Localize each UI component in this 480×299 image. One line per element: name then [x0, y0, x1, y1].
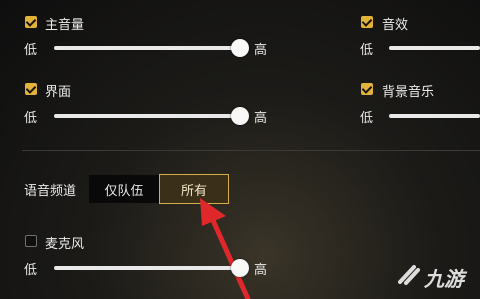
main-volume-slider-track[interactable] — [54, 46, 242, 50]
section-divider — [22, 150, 480, 151]
sfx-slider-track[interactable] — [389, 46, 480, 50]
microphone-slider-track[interactable] — [54, 266, 242, 270]
jiuyou-logo-icon — [398, 265, 420, 285]
bgm-min-label: 低 — [360, 111, 374, 126]
watermark-text: 九游 — [424, 267, 464, 291]
microphone-slider-thumb[interactable] — [231, 259, 249, 277]
interface-max-label: 高 — [254, 111, 268, 126]
main-volume-min-label: 低 — [24, 43, 38, 58]
microphone-checkbox[interactable] — [25, 235, 37, 247]
annotation-arrow-icon — [200, 198, 251, 299]
bgm-label: 背景音乐 — [382, 85, 435, 100]
bgm-checkbox[interactable] — [361, 83, 373, 95]
main-volume-checkbox[interactable] — [25, 16, 37, 28]
main-volume-slider-thumb[interactable] — [231, 39, 249, 57]
interface-checkbox[interactable] — [25, 83, 37, 95]
sfx-label: 音效 — [382, 18, 409, 33]
microphone-label: 麦克风 — [45, 237, 85, 252]
sfx-checkbox[interactable] — [361, 16, 373, 28]
main-volume-max-label: 高 — [254, 43, 268, 58]
voice-channel-label: 语音频道 — [24, 184, 77, 199]
interface-slider-track[interactable] — [54, 114, 242, 118]
bgm-slider-track[interactable] — [389, 114, 480, 118]
main-volume-label: 主音量 — [45, 18, 85, 33]
sfx-min-label: 低 — [360, 43, 374, 58]
microphone-max-label: 高 — [254, 263, 268, 278]
interface-min-label: 低 — [24, 111, 38, 126]
interface-label: 界面 — [45, 85, 72, 100]
microphone-min-label: 低 — [24, 263, 38, 278]
interface-slider-thumb[interactable] — [231, 107, 249, 125]
voice-channel-option-team[interactable]: 仅队伍 — [89, 175, 159, 203]
